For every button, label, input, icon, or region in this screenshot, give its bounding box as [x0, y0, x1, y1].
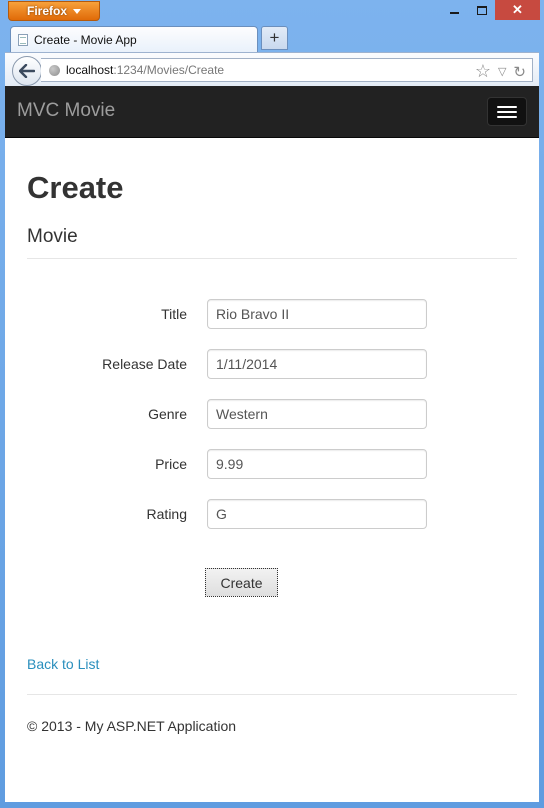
minimize-button[interactable] — [441, 0, 468, 20]
form-row-rating: Rating — [27, 499, 517, 530]
rating-input[interactable] — [207, 499, 427, 529]
form-subtitle: Movie — [27, 226, 78, 247]
browser-window: Firefox ✕ Create - Movie App + localhost… — [0, 0, 544, 808]
close-icon: ✕ — [512, 2, 523, 17]
title-label: Title — [161, 306, 187, 322]
reload-icon[interactable]: ↻ — [513, 63, 526, 81]
form-row-price: Price — [27, 449, 517, 480]
page-icon — [18, 33, 28, 46]
firefox-menu-label: Firefox — [26, 4, 67, 18]
footer-copyright: © 2013 - My ASP.NET Application — [27, 718, 237, 734]
firefox-menu-button[interactable]: Firefox — [8, 1, 100, 21]
minimize-icon — [450, 12, 459, 14]
back-to-list-link[interactable]: Back to List — [27, 656, 99, 672]
genre-input[interactable] — [207, 399, 427, 429]
url-path: :1234/Movies/Create — [113, 63, 225, 77]
release-date-label: Release Date — [102, 356, 187, 372]
divider — [27, 258, 517, 259]
back-button[interactable] — [12, 56, 42, 86]
tab-create-movie-app[interactable]: Create - Movie App — [10, 26, 258, 52]
title-input[interactable] — [207, 299, 427, 329]
page-title: Create — [27, 170, 124, 205]
history-dropdown-icon[interactable]: ▽ — [498, 65, 506, 78]
create-button[interactable]: Create — [205, 568, 278, 597]
rating-label: Rating — [146, 506, 187, 522]
navigation-toolbar: localhost:1234/Movies/Create ☆ ▽ ↻ — [5, 52, 539, 86]
tab-title: Create - Movie App — [34, 32, 137, 47]
bookmark-star-icon[interactable]: ☆ — [475, 61, 491, 82]
hamburger-bar — [497, 105, 517, 108]
hamburger-bar — [497, 115, 517, 118]
address-bar[interactable]: localhost:1234/Movies/Create ☆ ▽ ↻ — [41, 58, 533, 82]
footer-divider — [27, 694, 517, 695]
price-label: Price — [155, 456, 187, 472]
release-date-input[interactable] — [207, 349, 427, 379]
close-window-button[interactable]: ✕ — [495, 0, 540, 20]
plus-icon: + — [269, 28, 280, 47]
navbar-brand[interactable]: MVC Movie — [17, 100, 115, 122]
page-viewport: MVC Movie Create Movie Title Release Dat… — [5, 86, 539, 802]
maximize-icon — [476, 5, 487, 15]
globe-icon — [49, 64, 60, 76]
back-arrow-icon — [19, 64, 35, 78]
maximize-button[interactable] — [468, 0, 495, 20]
new-tab-button[interactable]: + — [261, 26, 288, 50]
hamburger-bar — [497, 110, 517, 113]
form-row-title: Title — [27, 299, 517, 330]
form-row-release-date: Release Date — [27, 349, 517, 380]
chevron-down-icon — [73, 8, 81, 14]
price-input[interactable] — [207, 449, 427, 479]
form-row-genre: Genre — [27, 399, 517, 430]
site-navbar: MVC Movie — [5, 86, 539, 138]
navbar-toggle-button[interactable] — [487, 97, 527, 126]
url-host: localhost — [66, 63, 114, 77]
genre-label: Genre — [148, 406, 187, 422]
